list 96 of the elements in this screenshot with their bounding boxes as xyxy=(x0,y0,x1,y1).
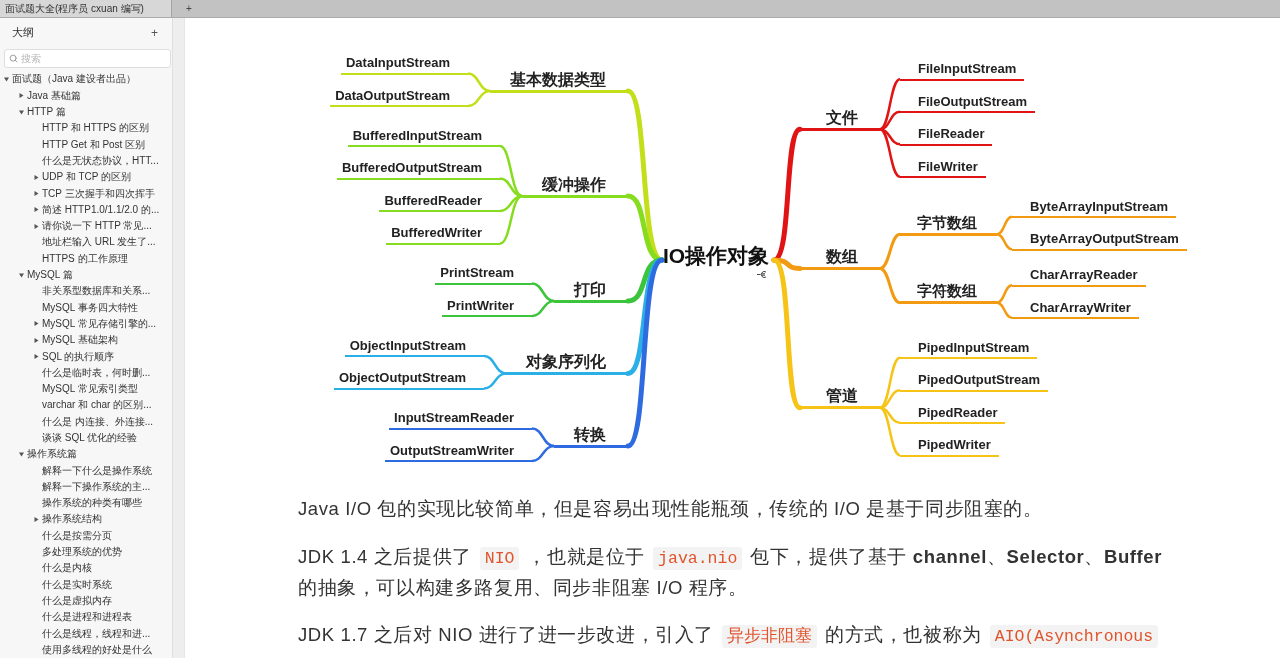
connector-line xyxy=(531,299,555,318)
add-button[interactable]: + xyxy=(149,25,160,40)
connector-line xyxy=(467,89,491,108)
leaf-topic: FileInputStream xyxy=(900,60,1025,81)
tree-item[interactable]: 什么是无状态协议，HTT... xyxy=(0,152,172,170)
branch-topic: 数组 xyxy=(800,247,880,270)
leaf-topic: FileReader xyxy=(900,125,993,146)
tree-item[interactable]: HTTP Get 和 Post 区别 xyxy=(0,136,172,153)
tree-item[interactable]: HTTP 和 HTTPS 的区别 xyxy=(0,120,172,137)
connector-line xyxy=(531,427,555,448)
leaf-topic: BufferedReader xyxy=(379,191,500,213)
leaf-topic: PipedReader xyxy=(900,403,1006,424)
leaf-topic: PrintStream xyxy=(435,264,532,285)
tree-item[interactable]: 什么是临时表，何时删... xyxy=(0,364,172,381)
tree-item[interactable]: 解释一下什么是操作系统 xyxy=(0,462,172,479)
tree-item[interactable]: 什么是进程和进程表 xyxy=(0,609,172,626)
paragraph: Java I/O 包的实现比较简单，但是容易出现性能瓶颈，传统的 I/O 是基于同步阻塞的。 xyxy=(298,497,1044,521)
connector-line xyxy=(879,232,901,270)
tree-item[interactable]: 什么是 内连接、外连接... xyxy=(0,413,172,430)
paragraph: JDK 1.4 之后提供了 NIO ，也就是位于 java.nio 包下，提供了基于 channel、Selector、Buffer 的抽象，可以构建多路复用、同步非阻塞 I/O 程序。 xyxy=(298,544,1164,600)
connector-line xyxy=(996,233,1013,251)
tree-item[interactable]: 简述 HTTP1.0/1.1/2.0 的... xyxy=(0,201,172,218)
tree-item[interactable]: 什么是内核 xyxy=(0,560,172,577)
leaf-topic: PipedInputStream xyxy=(900,338,1038,359)
sidebar-splitter[interactable] xyxy=(172,18,185,658)
tree-item[interactable]: 什么是实时系统 xyxy=(0,576,172,593)
new-tab-button[interactable]: + xyxy=(182,0,196,17)
tree-item[interactable]: HTTP 篇 xyxy=(0,103,172,121)
leaf-topic: CharArrayWriter xyxy=(1012,298,1139,319)
tab[interactable]: 面试题大全(程序员 cxuan 编写) xyxy=(0,0,172,17)
connector-line xyxy=(531,282,555,303)
leaf-topic: ObjectOutputStream xyxy=(333,369,484,390)
leaf-topic: CharArrayReader xyxy=(1012,266,1146,287)
leaf-topic: ByteArrayOutputStream xyxy=(1012,230,1187,251)
connector-line xyxy=(467,72,491,93)
connector-line xyxy=(996,301,1013,319)
connector-line xyxy=(879,267,901,305)
tree-item[interactable]: varchar 和 char 的区别... xyxy=(0,397,172,414)
leaf-topic: DataInputStream xyxy=(340,54,468,75)
tree-item[interactable]: 操作系统的种类有哪些 xyxy=(0,495,172,512)
leaf-topic: DataOutputStream xyxy=(330,86,468,108)
branch-topic: 打印 xyxy=(554,279,628,303)
connector-line xyxy=(996,215,1013,236)
leaf-topic: PipedWriter xyxy=(900,436,999,457)
tree-item[interactable]: MySQL 常见索引类型 xyxy=(0,380,172,398)
tree-item[interactable]: 面试题（Java 建设者出品） xyxy=(0,71,172,88)
connector-line xyxy=(483,372,507,390)
leaf-topic: FileOutputStream xyxy=(900,92,1036,113)
leaf-topic: OutputStreamWriter xyxy=(385,441,532,463)
branch-topic: 文件 xyxy=(800,107,880,131)
tree-item[interactable]: MySQL 篇 xyxy=(0,266,172,284)
subtopic: 字符数组 xyxy=(900,281,997,305)
leaf-topic: ByteArrayInputStream xyxy=(1012,197,1176,218)
tree-item[interactable]: 什么是线程，线程和进... xyxy=(0,625,172,642)
outline-title: 大纲 xyxy=(12,25,34,40)
connector-line xyxy=(996,284,1013,304)
leaf-topic: InputStreamReader xyxy=(389,409,532,430)
tree-item[interactable]: Java 基础篇 xyxy=(0,87,172,104)
tree-item[interactable]: 解释一下操作系统的主... xyxy=(0,478,172,496)
subtopic: 字节数组 xyxy=(900,212,997,236)
tree-item[interactable]: 非关系型数据库和关系... xyxy=(0,283,172,300)
leaf-topic: BufferedOutputStream xyxy=(336,159,500,180)
branch-topic: 对象序列化 xyxy=(506,352,628,375)
tree-item[interactable]: 多处理系统的优势 xyxy=(0,543,172,561)
tree-item[interactable]: MySQL 基础架构 xyxy=(0,332,172,349)
collapse-icon xyxy=(757,271,767,278)
tree-item[interactable]: 使用多线程的好处是什么 xyxy=(0,641,172,658)
search-field[interactable]: 搜索 xyxy=(4,49,171,69)
leaf-topic: FileWriter xyxy=(900,157,986,178)
leaf-topic: PrintWriter xyxy=(442,296,532,318)
leaf-topic: PipedOutputStream xyxy=(900,371,1049,392)
branch-topic: 转换 xyxy=(554,424,628,448)
tree-item[interactable]: MySQL 事务四大特性 xyxy=(0,299,172,316)
leaf-topic: ObjectInputStream xyxy=(344,336,484,358)
tree-item[interactable]: 请你说一下 HTTP 常见... xyxy=(0,218,172,235)
connector-line xyxy=(531,444,555,463)
tree-item[interactable]: SQL 的执行顺序 xyxy=(0,348,172,365)
tree-item[interactable]: 地址栏输入 URL 发生了... xyxy=(0,234,172,251)
tree-item[interactable]: HTTPS 的工作原理 xyxy=(0,250,172,267)
search-icon xyxy=(9,54,18,64)
branch-topic: 管道 xyxy=(800,386,880,410)
leaf-topic: BufferedWriter xyxy=(386,224,500,245)
tree-item[interactable]: TCP 三次握手和四次挥手 xyxy=(0,185,172,202)
tree-item[interactable]: 操作系统篇 xyxy=(0,446,172,463)
tree-item[interactable]: UDP 和 TCP 的区别 xyxy=(0,169,172,186)
branch-topic: 缓冲操作 xyxy=(522,174,628,198)
paragraph: JDK 1.7 之后对 NIO 进行了进一步改进，引入了 异步非阻塞 的方式，也被称为 AIO(Asynchronous xyxy=(298,620,1173,651)
tree-item[interactable]: 什么是按需分页 xyxy=(0,527,172,544)
branch-topic: 基本数据类型 xyxy=(490,69,628,93)
leaf-topic: BufferedInputStream xyxy=(347,126,500,148)
central-topic: IO操作对象 xyxy=(663,243,770,269)
connector-line xyxy=(483,354,507,375)
tree-item[interactable]: 操作系统结构 xyxy=(0,511,172,528)
tree-item[interactable]: 什么是虚拟内存 xyxy=(0,592,172,610)
tree-item[interactable]: MySQL 常见存储引擎的... xyxy=(0,315,172,333)
tree-item[interactable]: 谈谈 SQL 优化的经验 xyxy=(0,429,172,447)
